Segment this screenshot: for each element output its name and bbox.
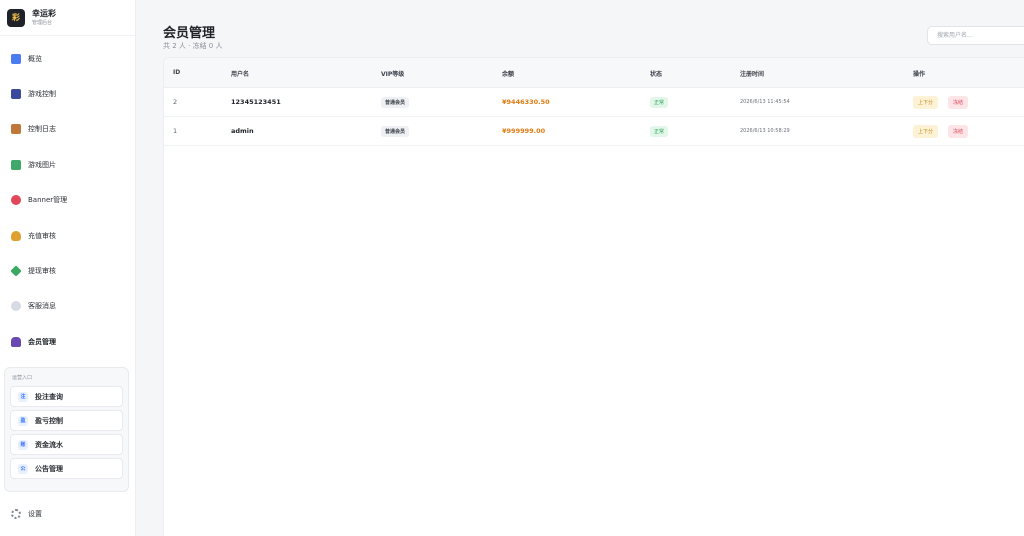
- sidebar-item-label: 控制日志: [28, 125, 56, 134]
- cell-id: 2: [173, 98, 178, 106]
- gear-icon: [11, 509, 21, 519]
- sidebar-item-label: 概览: [28, 54, 42, 63]
- target-icon: [11, 195, 21, 206]
- freeze-button[interactable]: 冻结: [948, 96, 969, 109]
- ops-panel: 运营入口 注 投注查询 盈 盈亏控制 账 资金流水 公 公告管理: [4, 367, 129, 492]
- chart-icon: [11, 53, 21, 64]
- table-row: 2 12345123451 普通会员 ¥9446330.50 正常 2026/6…: [164, 88, 1024, 117]
- cell-username: 12345123451: [231, 98, 281, 106]
- ops-item-announcements[interactable]: 公 公告管理: [10, 458, 123, 479]
- sidebar-item-withdraw-review[interactable]: 提现审核: [0, 253, 136, 288]
- sidebar: 彩 幸运彩 管理后台 概览 游戏控制 控制日志 游戏图片 Banner管理 充值…: [0, 0, 136, 536]
- sidebar-item-recharge-review[interactable]: 充值审核: [0, 218, 136, 253]
- ops-item-profit-control[interactable]: 盈 盈亏控制: [10, 410, 123, 431]
- column-header-id: ID: [173, 69, 181, 76]
- sidebar-item-members[interactable]: 会员管理: [0, 324, 136, 359]
- notice-badge-icon: 公: [18, 463, 28, 474]
- vip-badge: 普通会员: [381, 126, 410, 137]
- cell-balance: ¥999999.00: [502, 127, 546, 135]
- adjust-balance-button[interactable]: 上下分: [913, 96, 939, 109]
- cell-registered: 2026/6/13 11:45:54: [740, 99, 790, 105]
- sidebar-item-label: 会员管理: [28, 337, 56, 346]
- table-row: 1 admin 普通会员 ¥999999.00 正常 2026/6/13 10:…: [164, 117, 1024, 146]
- money-bag-icon: [11, 230, 21, 241]
- sidebar-item-banner[interactable]: Banner管理: [0, 183, 136, 218]
- column-header-actions: 操作: [913, 71, 926, 78]
- gamepad-icon: [11, 89, 21, 100]
- ledger-badge-icon: 账: [18, 439, 28, 450]
- ops-item-bet-query[interactable]: 注 投注查询: [10, 386, 123, 407]
- search-input[interactable]: [927, 26, 1024, 45]
- sidebar-item-label: 游戏控制: [28, 90, 56, 99]
- members-table: ID 用户名 VIP等级 余额 状态 注册时间 操作 2 12345123451…: [163, 57, 1024, 536]
- sidebar-item-label: 客服消息: [28, 302, 56, 311]
- sidebar-item-game-control[interactable]: 游戏控制: [0, 76, 136, 111]
- sidebar-item-label: 游戏图片: [28, 160, 56, 169]
- brand-logo: 彩: [7, 8, 25, 27]
- users-icon: [11, 336, 21, 347]
- column-header-vip: VIP等级: [381, 71, 405, 78]
- money-icon: [10, 265, 22, 277]
- ops-item-label: 资金流水: [35, 440, 63, 449]
- bet-badge-icon: 注: [18, 391, 28, 402]
- cell-id: 1: [173, 127, 178, 135]
- sidebar-item-label: 充值审核: [28, 231, 56, 240]
- profit-badge-icon: 盈: [18, 415, 28, 426]
- settings-label: 设置: [28, 510, 42, 518]
- status-badge: 正常: [650, 97, 669, 108]
- status-badge: 正常: [650, 126, 669, 137]
- cell-username: admin: [231, 127, 254, 135]
- brand-name: 幸运彩: [32, 8, 56, 18]
- brand[interactable]: 彩 幸运彩 管理后台: [0, 0, 135, 36]
- column-header-username: 用户名: [231, 71, 250, 78]
- page-title: 会员管理: [163, 26, 216, 41]
- ops-item-label: 盈亏控制: [35, 416, 63, 425]
- image-icon: [11, 159, 21, 170]
- column-header-registered: 注册时间: [740, 71, 765, 78]
- sidebar-item-support-messages[interactable]: 客服消息: [0, 289, 136, 324]
- vip-badge: 普通会员: [381, 97, 410, 108]
- ops-title: 运营入口: [12, 375, 33, 381]
- clipboard-icon: [11, 124, 21, 135]
- cell-balance: ¥9446330.50: [502, 98, 550, 106]
- sidebar-item-overview[interactable]: 概览: [0, 41, 136, 76]
- column-header-balance: 余额: [502, 71, 515, 78]
- sidebar-nav: 概览 游戏控制 控制日志 游戏图片 Banner管理 充值审核 提现审核 客服消…: [0, 41, 136, 360]
- chat-icon: [11, 301, 21, 312]
- ops-item-label: 公告管理: [35, 464, 63, 473]
- ops-item-label: 投注查询: [35, 392, 63, 401]
- page-subtitle: 共 2 人 · 冻结 0 人: [163, 42, 223, 50]
- sidebar-item-game-images[interactable]: 游戏图片: [0, 147, 136, 182]
- table-header: ID 用户名 VIP等级 余额 状态 注册时间 操作: [164, 58, 1024, 88]
- sidebar-item-label: 提现审核: [28, 267, 56, 276]
- ops-item-fund-flow[interactable]: 账 资金流水: [10, 434, 123, 455]
- cell-registered: 2026/6/13 10:58:29: [740, 128, 790, 134]
- freeze-button[interactable]: 冻结: [948, 125, 969, 138]
- brand-subtitle: 管理后台: [32, 19, 53, 26]
- sidebar-item-control-log[interactable]: 控制日志: [0, 112, 136, 147]
- sidebar-item-settings[interactable]: 设置: [11, 509, 42, 519]
- adjust-balance-button[interactable]: 上下分: [913, 125, 939, 138]
- column-header-status: 状态: [650, 71, 663, 78]
- sidebar-item-label: Banner管理: [28, 196, 68, 205]
